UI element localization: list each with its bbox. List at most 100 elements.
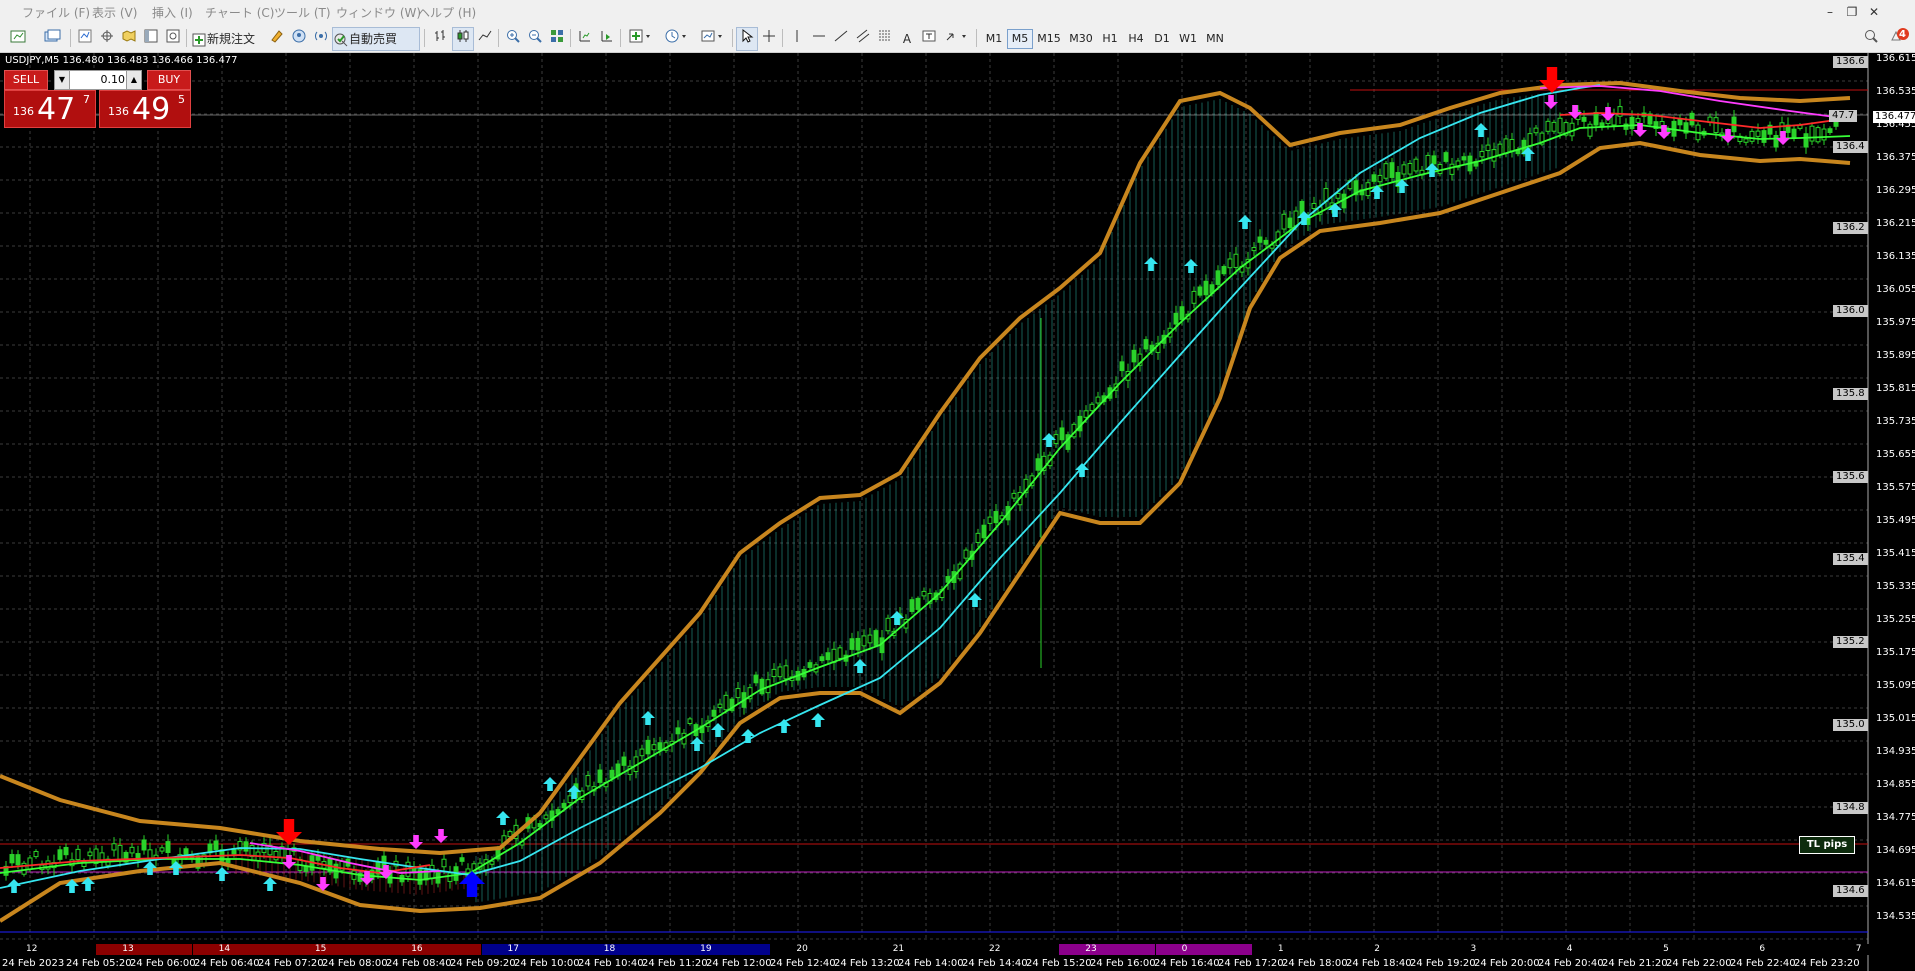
candle-body: [1371, 174, 1377, 182]
menu-view[interactable]: 表示 (V): [92, 4, 137, 21]
candle-body: [1011, 492, 1017, 499]
zoom-in-icon[interactable]: [502, 27, 524, 51]
menu-file[interactable]: ファイル (F): [22, 4, 90, 21]
profiles-icon[interactable]: [38, 27, 68, 51]
new-chart-icon[interactable]: [4, 27, 34, 51]
trendline-icon[interactable]: [830, 27, 852, 51]
menu-help[interactable]: ヘルプ (H): [418, 4, 476, 21]
price-level-tag: 135.4: [1833, 553, 1868, 565]
sell-price[interactable]: 136 47 7: [4, 90, 96, 128]
candle-body: [1401, 164, 1407, 175]
day-strip-cell: 2: [1348, 944, 1445, 955]
text-label-icon[interactable]: [918, 27, 940, 51]
menu-chart[interactable]: チャート (C): [205, 4, 274, 21]
timeframe-m30[interactable]: M30: [1065, 29, 1097, 49]
chart-area[interactable]: USDJPY,M5 136.480 136.483 136.466 136.47…: [0, 53, 1915, 971]
up-arrow-icon: [7, 879, 21, 893]
candle-body: [873, 630, 879, 646]
candle-body: [1083, 410, 1089, 418]
periods-icon[interactable]: [660, 27, 694, 51]
vertical-line-icon[interactable]: [786, 27, 808, 51]
terminal-icon[interactable]: [140, 27, 162, 51]
candle-body: [1803, 133, 1809, 148]
lot-value: 0.10: [100, 73, 126, 86]
day-strip-cell: 19: [674, 944, 771, 955]
candle-body: [1233, 253, 1239, 268]
close-icon[interactable]: ✕: [1863, 2, 1885, 22]
crosshair-icon[interactable]: [758, 27, 780, 51]
up-arrow-icon: [1075, 463, 1089, 477]
lower-band: [0, 140, 1851, 923]
lot-size-input[interactable]: ▼ 0.10 ▲: [54, 70, 142, 90]
tl-pips-button[interactable]: TL pips: [1799, 836, 1855, 854]
data-window-icon[interactable]: [96, 27, 118, 51]
candle-body: [1407, 162, 1413, 175]
navigator-icon[interactable]: [118, 27, 140, 51]
up-arrow-icon: [215, 867, 229, 881]
time-axis-label: 24 Feb 12:40: [770, 958, 836, 969]
menu-window[interactable]: ウィンドウ (W): [336, 4, 421, 21]
timeframe-m5[interactable]: M5: [1007, 29, 1033, 49]
auto-scroll-icon[interactable]: [596, 27, 618, 51]
lot-decrease-icon[interactable]: ▼: [55, 71, 70, 89]
auto-trading-label: 自動売買: [349, 32, 398, 46]
strategy-tester-icon[interactable]: [162, 27, 184, 51]
new-order-button[interactable]: 新規注文: [190, 27, 264, 51]
arrows-icon[interactable]: [940, 27, 974, 51]
market-watch-icon[interactable]: [74, 27, 96, 51]
tile-windows-icon[interactable]: [546, 27, 568, 51]
timeframe-h1[interactable]: H1: [1097, 29, 1123, 49]
current-price-tag: 136.477: [1873, 111, 1915, 123]
candlestick-icon[interactable]: [452, 27, 474, 51]
bar-chart-icon[interactable]: [430, 27, 452, 51]
sell-button[interactable]: SELL: [4, 70, 48, 90]
price-chart[interactable]: [0, 53, 1915, 971]
line-chart-icon[interactable]: [474, 27, 496, 51]
candle-body: [1545, 120, 1551, 132]
candle-body: [717, 703, 723, 709]
signals-icon[interactable]: [310, 27, 332, 51]
candle-body: [1287, 217, 1293, 229]
down-arrow-icon: [409, 835, 423, 849]
timeframe-m1[interactable]: M1: [981, 29, 1007, 49]
channel-icon[interactable]: [852, 27, 874, 51]
candle-body: [1743, 138, 1749, 143]
zoom-out-icon[interactable]: [524, 27, 546, 51]
candle-body: [585, 775, 591, 787]
minimize-icon[interactable]: –: [1819, 2, 1841, 22]
menu-tools[interactable]: ツール (T): [274, 4, 331, 21]
candle-body: [141, 839, 147, 851]
buy-button[interactable]: BUY: [147, 70, 191, 90]
candle-body: [639, 748, 645, 757]
buy-price-pips: 49: [132, 92, 171, 127]
candle-body: [837, 647, 843, 659]
timeframe-h4[interactable]: H4: [1123, 29, 1149, 49]
templates-icon[interactable]: [696, 27, 730, 51]
notifications-icon[interactable]: 4: [1886, 27, 1912, 51]
community-icon[interactable]: [288, 27, 310, 51]
indicators-icon[interactable]: [624, 27, 658, 51]
auto-trading-button[interactable]: 自動売買: [332, 27, 420, 51]
menu-insert[interactable]: 挿入 (I): [152, 4, 193, 21]
lot-increase-icon[interactable]: ▲: [126, 71, 141, 89]
fibonacci-icon[interactable]: [874, 27, 896, 51]
chart-shift-icon[interactable]: [574, 27, 596, 51]
time-axis-label: 24 Feb 07:20: [258, 958, 324, 969]
candle-body: [723, 694, 729, 711]
candle-body: [963, 549, 969, 559]
buy-price[interactable]: 136 49 5: [99, 90, 191, 128]
day-strip-cell: 14: [192, 944, 289, 955]
text-tool-icon[interactable]: A: [896, 27, 918, 51]
timeframe-mn[interactable]: MN: [1201, 29, 1229, 49]
candle-body: [33, 850, 39, 858]
price-axis-label: 134.935: [1876, 746, 1915, 757]
timeframe-d1[interactable]: D1: [1149, 29, 1175, 49]
metaeditor-icon[interactable]: [266, 27, 288, 51]
cursor-icon[interactable]: [736, 27, 758, 51]
timeframe-m15[interactable]: M15: [1033, 29, 1065, 49]
candle-body: [9, 854, 15, 864]
restore-icon[interactable]: ❐: [1841, 2, 1863, 22]
search-icon[interactable]: [1860, 27, 1882, 51]
timeframe-w1[interactable]: W1: [1175, 29, 1201, 49]
horizontal-line-icon[interactable]: [808, 27, 830, 51]
